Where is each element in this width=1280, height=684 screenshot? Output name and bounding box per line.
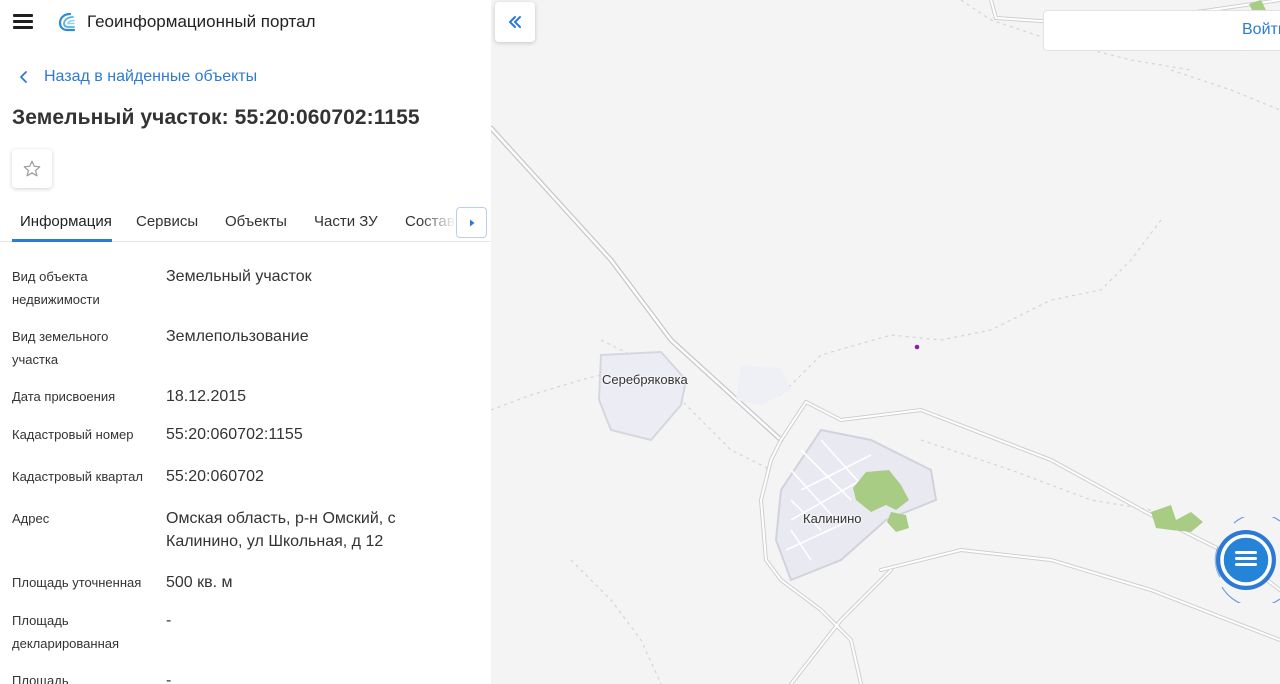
favorite-button[interactable] <box>12 149 52 188</box>
detail-value: 18.12.2015 <box>166 388 247 405</box>
active-tab-indicator <box>12 239 112 242</box>
tabs-fade <box>420 204 456 240</box>
tabs-scroll-right-button[interactable] <box>456 207 487 238</box>
detail-value: - <box>166 612 172 629</box>
detail-label: Дата присвоения <box>12 389 116 404</box>
chat-bubble-icon <box>1235 551 1257 566</box>
tab-bar: Информация Сервисы Объекты Части ЗУ Сост… <box>0 204 491 242</box>
detail-value: Омская область, р-н Омский, с Калинино, … <box>166 510 396 550</box>
double-chevron-left-icon <box>509 16 521 28</box>
chat-button[interactable] <box>1212 517 1280 603</box>
detail-label: Вид земельного участка <box>12 329 109 367</box>
info-panel: Геоинформационный портал Назад в найденн… <box>0 0 491 684</box>
detail-label: Вид объекта недвижимости <box>12 269 100 307</box>
chevron-left-icon <box>20 71 27 83</box>
detail-value: 500 кв. м <box>166 574 233 591</box>
tab-objects[interactable]: Объекты <box>225 213 287 230</box>
tab-information[interactable]: Информация <box>20 213 112 230</box>
detail-value: - <box>166 672 172 684</box>
detail-label: Адрес <box>12 511 50 526</box>
page-title: Земельный участок: 55:20:060702:1155 <box>12 106 420 129</box>
app-title: Геоинформационный портал <box>87 12 316 31</box>
detail-label: Площадь декларированная <box>12 613 120 651</box>
back-link-label: Назад в найденные объекты <box>44 68 258 85</box>
top-bar: Геоинформационный портал <box>0 0 491 44</box>
detail-value: 55:20:060702:1155 <box>166 426 303 443</box>
login-button[interactable]: Войти <box>1043 10 1280 51</box>
detail-label: Кадастровый квартал <box>12 469 143 484</box>
back-to-results-link[interactable]: Назад в найденные объекты <box>16 66 257 88</box>
detail-value: Землепользование <box>166 328 309 345</box>
hamburger-menu-icon[interactable] <box>13 14 33 29</box>
portal-logo-icon <box>58 12 76 32</box>
map-canvas[interactable]: Серебряковка Калинино <box>491 0 1280 684</box>
place-label-serebryakovka: Серебряковка <box>602 372 688 387</box>
collapse-panel-button[interactable] <box>495 2 535 42</box>
caret-right-icon <box>469 219 474 226</box>
place-label-kalinino: Калинино <box>803 511 862 526</box>
star-outline-icon <box>23 160 41 176</box>
tab-services[interactable]: Сервисы <box>136 213 198 230</box>
detail-label: Кадастровый номер <box>12 427 134 442</box>
login-label: Войти <box>1242 21 1280 38</box>
detail-value: 55:20:060702 <box>166 468 264 485</box>
tab-parcel-parts[interactable]: Части ЗУ <box>314 213 378 230</box>
detail-label: Площадь <box>12 673 69 684</box>
parcel-marker[interactable] <box>914 344 920 350</box>
detail-value: Земельный участок <box>166 268 312 285</box>
detail-label: Площадь уточненная <box>12 575 142 590</box>
map-layer <box>491 0 1280 684</box>
